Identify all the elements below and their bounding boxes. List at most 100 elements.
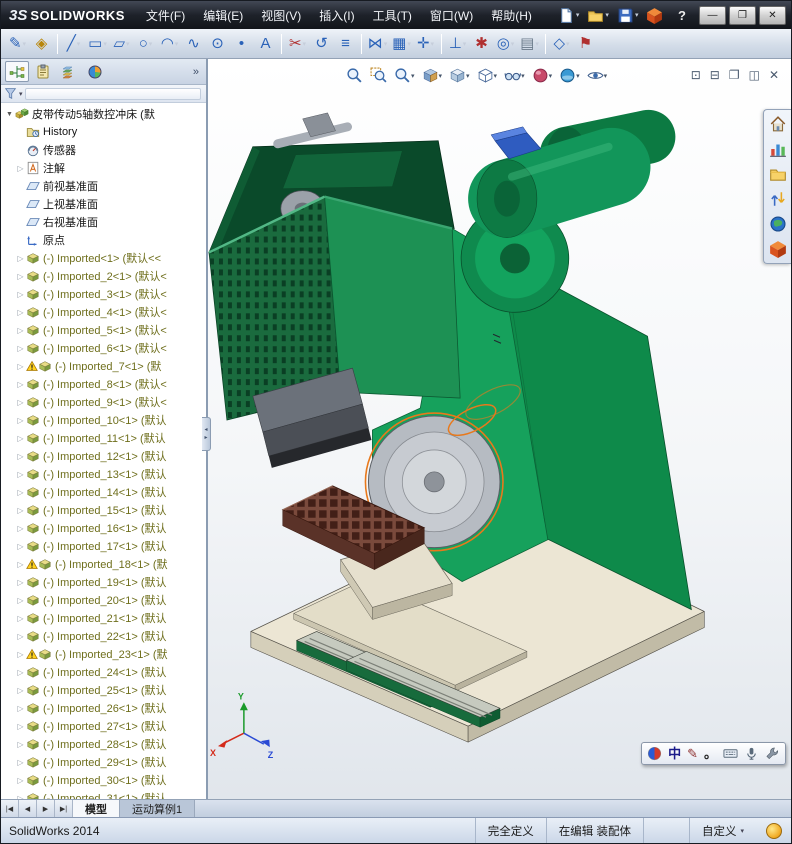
offset-entities-button[interactable]: ≡ <box>334 32 357 56</box>
expand-arrow[interactable]: ▷ <box>15 704 26 713</box>
expand-arrow[interactable]: ▷ <box>15 434 26 443</box>
tree-item-front-plane[interactable]: 前视基准面 <box>1 177 206 195</box>
component-imported-11[interactable]: ▷ (-) Imported_11<1> (默认 <box>1 429 206 447</box>
menu-help[interactable]: 帮助(H) <box>482 1 541 30</box>
component-imported-17[interactable]: ▷ (-) Imported_17<1> (默认 <box>1 537 206 555</box>
component-imported-29[interactable]: ▷ (-) Imported_29<1> (默认 <box>1 753 206 771</box>
expand-arrow[interactable]: ▷ <box>15 506 26 515</box>
ime-soft-keyboard[interactable] <box>723 746 738 761</box>
tree-item-sensors[interactable]: 传感器 <box>1 141 206 159</box>
component-imported-18[interactable]: ▷ (-) Imported_18<1> (默 <box>1 555 206 573</box>
spline-button[interactable]: ∿ <box>182 32 205 56</box>
component-imported-21[interactable]: ▷ (-) Imported_21<1> (默认 <box>1 609 206 627</box>
component-imported-14[interactable]: ▷ (-) Imported_14<1> (默认 <box>1 483 206 501</box>
help-button[interactable]: ? <box>668 8 696 23</box>
expand-arrow[interactable]: ▷ <box>15 344 26 353</box>
quick-snaps-button[interactable]: ◎ ▾ <box>494 32 517 56</box>
hide-show-items-button[interactable]: ▾ <box>502 66 527 85</box>
tree-item-right-plane[interactable]: 右视基准面 <box>1 213 206 231</box>
straight-slot-button[interactable]: ▱ ▾ <box>110 32 133 56</box>
expand-arrow[interactable]: ▷ <box>15 416 26 425</box>
sketch-button[interactable]: ✎ ▾ <box>6 32 29 56</box>
restore-button[interactable]: ❐ <box>729 5 756 25</box>
close-button[interactable]: ✕ <box>759 5 786 25</box>
viewport-cascade-button[interactable]: ❐ <box>729 68 740 82</box>
model-canvas[interactable]: X Y Z <box>208 59 791 799</box>
expand-arrow[interactable]: ▷ <box>15 794 26 800</box>
graphics-area[interactable]: X Y Z ▾ ▾ ▾ ▾ ▾ ▾ ▾ ▾ ⊡ ⊟ ❐ ◫ ✕ 中 ✎ 。 <box>208 59 791 799</box>
component-imported-27[interactable]: ▷ (-) Imported_27<1> (默认 <box>1 717 206 735</box>
component-imported-1[interactable]: ▷ (-) Imported<1> (默认<< <box>1 249 206 267</box>
expand-arrow[interactable]: ▷ <box>15 722 26 731</box>
zoom-to-area-button[interactable] <box>368 66 389 85</box>
convert-entities-button[interactable]: ↺ <box>310 32 333 56</box>
tree-item-origin[interactable]: 原点 <box>1 231 206 249</box>
component-imported-15[interactable]: ▷ (-) Imported_15<1> (默认 <box>1 501 206 519</box>
circle-button[interactable]: ○ ▾ <box>134 32 157 56</box>
tree-item-annotations[interactable]: ▷ 注解 <box>1 159 206 177</box>
component-imported-24[interactable]: ▷ (-) Imported_24<1> (默认 <box>1 663 206 681</box>
display-style-button[interactable]: ▾ <box>475 66 500 85</box>
component-imported-9[interactable]: ▷ (-) Imported_9<1> (默认< <box>1 393 206 411</box>
component-imported-26[interactable]: ▷ (-) Imported_26<1> (默认 <box>1 699 206 717</box>
filter-input[interactable] <box>24 87 201 100</box>
component-imported-7[interactable]: ▷ (-) Imported_7<1> (默 <box>1 357 206 375</box>
component-imported-8[interactable]: ▷ (-) Imported_8<1> (默认< <box>1 375 206 393</box>
mirror-entities-button[interactable]: ⋈ ▾ <box>366 32 389 56</box>
ellipse-button[interactable]: ⊙ <box>206 32 229 56</box>
menu-insert[interactable]: 插入(I) <box>310 1 363 30</box>
expand-arrow[interactable]: ▷ <box>15 272 26 281</box>
repair-sketch-button[interactable]: ✱ <box>470 32 493 56</box>
expand-arrow[interactable]: ▷ <box>15 524 26 533</box>
expand-arrow[interactable]: ▷ <box>15 290 26 299</box>
featuremanager-tab[interactable] <box>5 61 29 82</box>
centerpoint-arc-button[interactable]: ◠ ▾ <box>158 32 181 56</box>
component-imported-12[interactable]: ▷ (-) Imported_12<1> (默认 <box>1 447 206 465</box>
component-imported-6[interactable]: ▷ (-) Imported_6<1> (默认< <box>1 339 206 357</box>
expand-arrow[interactable]: ▷ <box>15 758 26 767</box>
close-document-button[interactable]: ✕ <box>769 68 779 82</box>
expand-arrow[interactable]: ▷ <box>15 668 26 677</box>
open-document-button[interactable]: ▾ <box>584 5 612 26</box>
expand-arrow[interactable]: ▷ <box>15 488 26 497</box>
linear-pattern-button[interactable]: ▦ ▾ <box>390 32 413 56</box>
ime-microphone[interactable] <box>744 746 759 761</box>
solidworks-resources-tab[interactable] <box>769 115 787 133</box>
next-tab-button[interactable]: ▶ <box>37 800 55 817</box>
zoom-to-fit-button[interactable] <box>344 66 365 85</box>
appearances-scenes-tab[interactable] <box>769 215 787 233</box>
viewport-split-horizontal-button[interactable]: ⊟ <box>710 68 720 82</box>
apply-scene-button[interactable]: ▾ <box>557 66 582 85</box>
component-imported-3[interactable]: ▷ (-) Imported_3<1> (默认< <box>1 285 206 303</box>
display-relations-button[interactable]: ⊥ ▾ <box>446 32 469 56</box>
panel-splitter-handle[interactable]: ◂ ▸ <box>202 417 211 451</box>
propertymanager-tab[interactable] <box>31 61 55 82</box>
viewport-single-button[interactable]: ⊡ <box>691 68 701 82</box>
corner-rectangle-button[interactable]: ▭ ▾ <box>86 32 109 56</box>
expand-arrow[interactable]: ▷ <box>15 560 26 569</box>
expand-arrow[interactable]: ▷ <box>15 308 26 317</box>
expand-arrow[interactable]: ▷ <box>15 398 26 407</box>
component-imported-30[interactable]: ▷ (-) Imported_30<1> (默认 <box>1 771 206 789</box>
menu-view[interactable]: 视图(V) <box>252 1 310 30</box>
menu-edit[interactable]: 编辑(E) <box>194 1 252 30</box>
expand-arrow[interactable]: ▷ <box>15 362 26 371</box>
ime-logo[interactable] <box>647 746 662 761</box>
panel-overflow-button[interactable]: » <box>190 66 202 78</box>
solidworks-cube-button[interactable] <box>643 5 666 26</box>
grid-system-button[interactable]: ▤ ▾ <box>518 32 541 56</box>
displaymanager-tab[interactable] <box>83 61 107 82</box>
expand-arrow[interactable]: ▷ <box>15 380 26 389</box>
design-library-tab[interactable] <box>769 140 787 158</box>
view-orientation-button[interactable]: ▾ <box>447 66 472 85</box>
expand-arrow[interactable]: ▷ <box>15 686 26 695</box>
expand-arrow[interactable]: ▷ <box>15 596 26 605</box>
tab-motion-study-1[interactable]: 运动算例1 <box>120 800 196 817</box>
view-settings-button[interactable]: ▾ <box>585 66 610 85</box>
edit-appearance-button[interactable]: ▾ <box>530 66 555 85</box>
expand-arrow[interactable]: ▷ <box>15 542 26 551</box>
status-custom[interactable]: 自定义 ▾ <box>688 818 756 843</box>
line-button[interactable]: ╱ ▾ <box>62 32 85 56</box>
component-imported-10[interactable]: ▷ (-) Imported_10<1> (默认 <box>1 411 206 429</box>
expand-arrow[interactable]: ▷ <box>15 254 26 263</box>
